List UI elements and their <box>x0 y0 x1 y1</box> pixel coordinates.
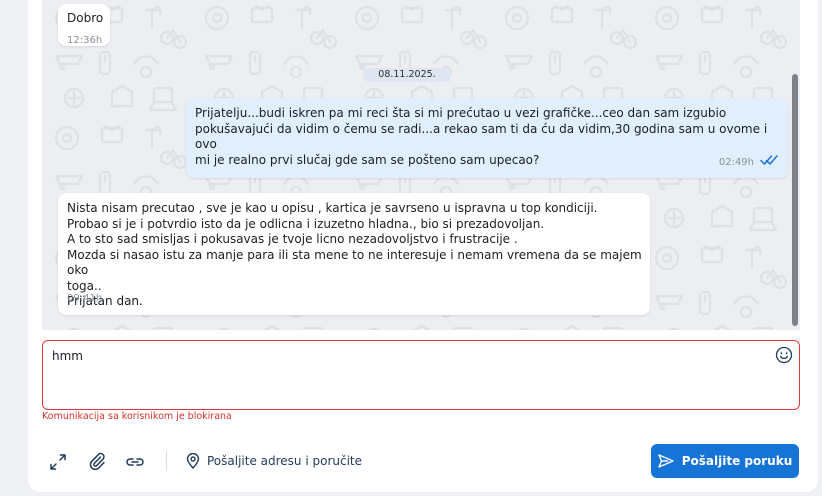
message-text: Dobro <box>67 11 104 25</box>
message-bubble-outgoing: Prijatelju...budi iskren pa mi reci šta … <box>186 98 788 178</box>
message-bubble-incoming: Dobro 12:36h <box>58 4 110 46</box>
location-pin-icon <box>186 453 200 469</box>
message-input-value[interactable]: hmm <box>52 349 83 363</box>
message-time: 09:41h <box>67 293 103 304</box>
double-check-icon <box>760 155 778 165</box>
toolbar-divider <box>166 451 167 471</box>
link-icon[interactable] <box>125 452 145 472</box>
message-input[interactable]: hmm <box>42 340 800 410</box>
send-address-label: Pošaljite adresu i poručite <box>207 454 363 468</box>
date-separator: 08.11.2025. <box>363 68 451 82</box>
send-address-button[interactable]: Pošaljite adresu i poručite <box>186 452 362 470</box>
expand-icon[interactable] <box>48 452 68 472</box>
message-text: Prijatelju...budi iskren pa mi reci šta … <box>195 106 768 167</box>
message-time: 02:49h <box>718 157 754 168</box>
message-text: Nista nisam precutao , sve je kao u opis… <box>67 201 642 308</box>
message-time: 12:36h <box>67 35 103 46</box>
message-area[interactable]: Dobro 12:36h 08.11.2025. Prijatelju...bu… <box>42 0 800 330</box>
send-message-label: Pošaljite poruku <box>681 454 793 468</box>
send-icon <box>658 454 674 468</box>
attachment-icon[interactable] <box>87 451 107 471</box>
send-message-button[interactable]: Pošaljite poruku <box>651 444 799 478</box>
error-message: Komunikacija sa korisnikom je blokirana <box>42 411 232 422</box>
emoji-icon[interactable] <box>775 346 793 364</box>
message-bubble-incoming: Nista nisam precutao , sve je kao u opis… <box>58 193 650 315</box>
scrollbar[interactable] <box>792 74 798 326</box>
